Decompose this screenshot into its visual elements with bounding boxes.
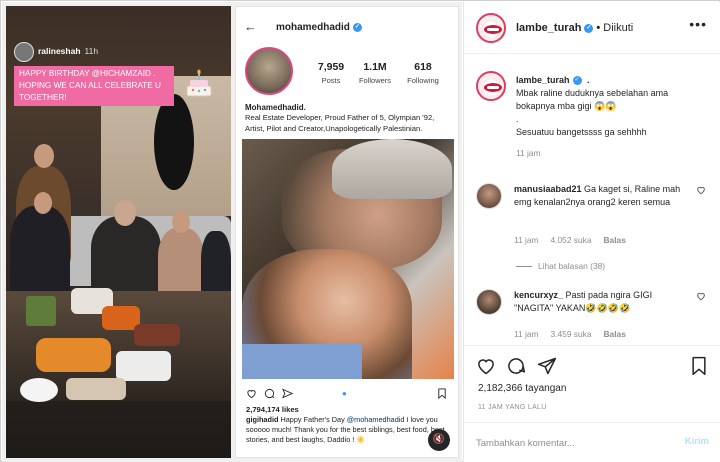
verified-badge-icon: ✓ [572, 76, 582, 86]
mirror [154, 94, 194, 190]
follow-status[interactable]: Diikuti [603, 22, 633, 34]
ig-profile-avatar [245, 47, 293, 95]
guest-figure [10, 206, 70, 296]
food-plate [134, 324, 180, 346]
post-modal: ralineshah 11h HAPPY BIRTHDAY @HICHAMZAID… [0, 0, 720, 462]
guest-figure [158, 228, 204, 298]
ig-display-name: Mohamedhadid. [245, 103, 306, 112]
reply-button[interactable]: Balas [604, 329, 626, 339]
ig-likes: 2,794,174 likes [246, 405, 299, 414]
comment-icon [264, 388, 275, 399]
back-arrow-icon: ← [244, 19, 257, 34]
story-username: ralineshah 11h [38, 46, 99, 56]
caption-username[interactable]: lambe_turah [516, 75, 570, 85]
photo-hair [332, 139, 452, 199]
reply-button[interactable]: Balas [604, 235, 626, 245]
comment-icon[interactable] [506, 356, 526, 376]
guest-head [172, 211, 190, 233]
caption-line-2: . [516, 114, 519, 124]
guest-head [114, 200, 136, 226]
caption-time: 11 jam [516, 148, 541, 158]
ig-bio: Real Estate Developer, Proud Father of 5… [245, 113, 435, 133]
author-avatar[interactable] [476, 13, 506, 43]
bookmark-icon [438, 388, 446, 399]
birthday-cake-icon [186, 69, 212, 97]
ig-stat-followers: 1.1M Followers [358, 61, 392, 85]
comment-meta: 11 jam 4.052 suka Balas [514, 235, 626, 245]
comment-text: manusiaabad21 Ga kaget si, Raline mah em… [514, 184, 681, 207]
photo-shirt [242, 344, 362, 379]
caption-avatar[interactable] [476, 71, 506, 101]
ig-caption: gigihadid Happy Father's Day @mohamedhad… [246, 415, 445, 444]
more-options-icon[interactable]: ••• [689, 16, 707, 32]
guest-head [34, 144, 54, 168]
action-bar: 2,182,366 tayangan 11 JAM YANG LALU [464, 345, 720, 420]
instagram-post-screenshot: ← mohamedhadid ✓ 7,959 Posts 1.1M Followers… [235, 6, 459, 458]
comment-list[interactable]: lambe_turah ✓ . Mbak raline duduknya sebe… [464, 55, 720, 345]
post-media[interactable]: ralineshah 11h HAPPY BIRTHDAY @HICHAMZAID… [2, 2, 462, 462]
share-icon [282, 388, 293, 399]
ig-handle: mohamedhadid ✓ [276, 22, 362, 33]
caption-line-3: Sesuatuu bangetssss ga sehhhh [516, 127, 647, 137]
story-screenshot: ralineshah 11h HAPPY BIRTHDAY @HICHAMZAID… [6, 6, 231, 458]
food-plate [66, 378, 126, 400]
carousel-dots-icon: ● [342, 389, 347, 398]
food-plate [116, 351, 171, 381]
comment-text: kencurxyz_ Pasti pada ngira GIGI "NAGITA… [514, 290, 653, 313]
verified-badge-icon: ✓ [584, 23, 594, 33]
heart-icon [247, 390, 256, 399]
add-comment-bar: Kirim [464, 422, 720, 462]
ig-action-row: ● [246, 387, 451, 401]
story-caption: HAPPY BIRTHDAY @HICHAMZAID . HOPING WE C… [14, 66, 174, 106]
guest-head [34, 192, 52, 214]
post-date: 11 JAM YANG LALU [478, 404, 547, 411]
like-heart-icon[interactable] [476, 356, 496, 376]
caption-line-1: Mbak raline duduknya sebelahan ama bokap… [516, 88, 669, 111]
ig-stat-following: 618 Following [407, 61, 439, 85]
ig-topbar: ← mohamedhadid ✓ [236, 19, 458, 37]
story-avatar [14, 42, 34, 62]
comment-like-heart-icon[interactable] [696, 291, 706, 301]
share-icon[interactable] [537, 356, 557, 376]
post-sidebar: lambe_turah ✓ • Diikuti ••• lambe_turah ✓ . … [463, 2, 720, 462]
post-header: lambe_turah ✓ • Diikuti ••• [464, 2, 720, 54]
mute-icon[interactable]: 🔇 [428, 429, 450, 451]
food-plate [36, 338, 111, 372]
author-username[interactable]: lambe_turah ✓ • Diikuti [516, 22, 633, 34]
bottles [26, 296, 56, 326]
verified-badge-icon: ✓ [352, 22, 362, 32]
guest-figure [91, 216, 161, 296]
comment-input[interactable] [476, 435, 666, 451]
ig-stat-posts: 7,959 Posts [317, 61, 345, 85]
save-bookmark-icon[interactable] [689, 356, 709, 376]
comment-meta: 11 jam 3.459 suka Balas [514, 329, 626, 339]
commenter-avatar[interactable] [476, 183, 502, 209]
lips-logo-icon [484, 83, 502, 92]
view-count[interactable]: 2,182,366 tayangan [478, 383, 566, 394]
comment-like-heart-icon[interactable] [696, 185, 706, 195]
food-plate [20, 378, 58, 402]
story-time: 11h [84, 46, 99, 56]
caption-text: lambe_turah ✓ . Mbak raline duduknya sebe… [516, 74, 708, 160]
view-replies-button[interactable]: Lihat balasan (38) [516, 261, 605, 271]
commenter-avatar[interactable] [476, 289, 502, 315]
send-button[interactable]: Kirim [685, 436, 709, 447]
ig-selfie-photo [242, 139, 454, 379]
lips-logo-icon [484, 25, 502, 34]
